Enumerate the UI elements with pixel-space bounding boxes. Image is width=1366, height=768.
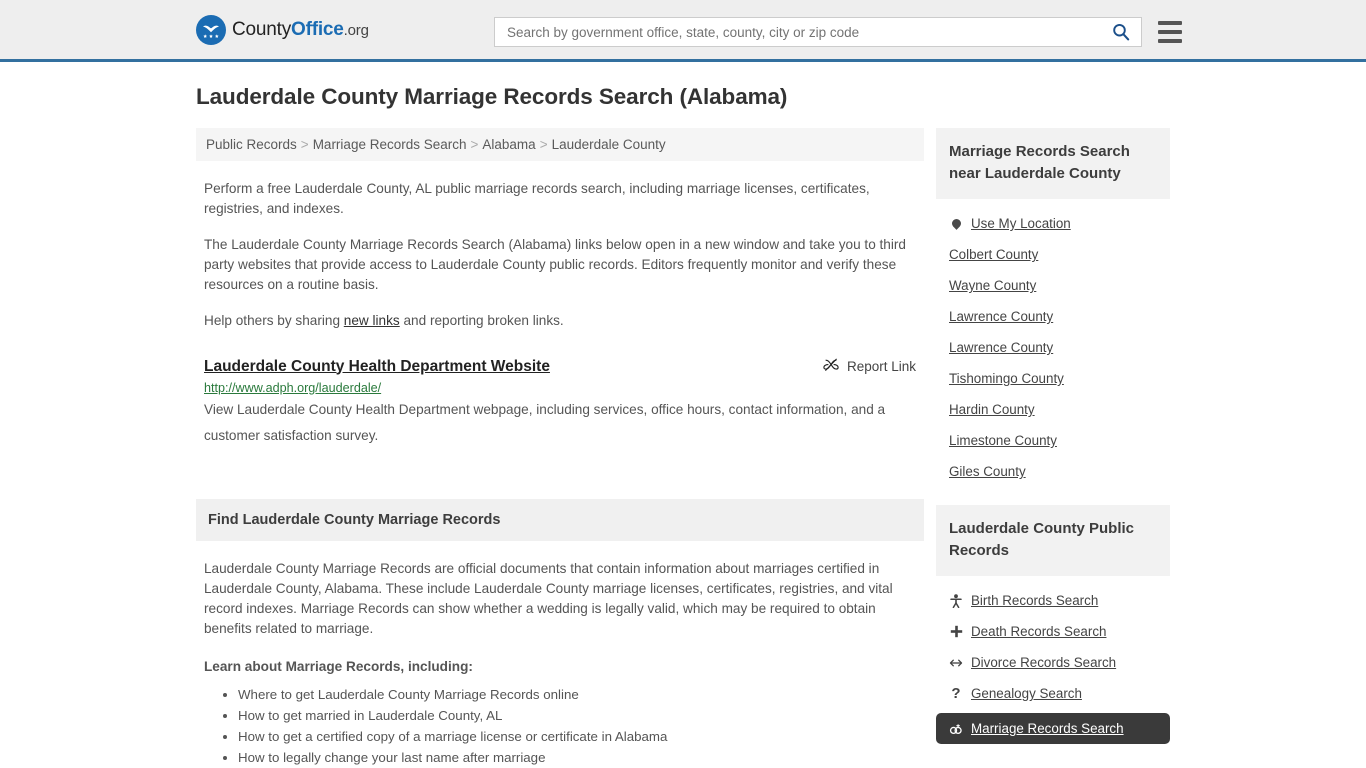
list-item: How to legally change your last name aft… (238, 748, 916, 768)
sidebar-item-lawrence-county-2[interactable]: Lawrence County (936, 332, 1170, 363)
list-item: How to get a certified copy of a marriag… (238, 727, 916, 747)
find-section-paragraph: Lauderdale County Marriage Records are o… (204, 561, 893, 636)
public-records-panel: Lauderdale County Public Records Birth R… (936, 505, 1170, 744)
sidebar-item-death-records-search[interactable]: Death Records Search (936, 616, 1170, 647)
sidebar-item-genealogy-search[interactable]: ? Genealogy Search (936, 678, 1170, 709)
report-link-label: Report Link (846, 359, 916, 374)
sidebar-item-label: Limestone County (949, 433, 1057, 448)
find-section-heading: Find Lauderdale County Marriage Records (196, 499, 924, 541)
sidebar-item-label: Colbert County (949, 247, 1039, 262)
nearby-searches-list: Use My Location Colbert County Wayne Cou… (936, 199, 1170, 487)
main-content-column: Public Records > Marriage Records Search > A… (196, 128, 924, 768)
sidebar-item-use-my-location[interactable]: Use My Location (936, 208, 1170, 239)
sidebar-item-lawrence-county[interactable]: Lawrence County (936, 301, 1170, 332)
intro-paragraph-1: Perform a free Lauderdale County, AL pub… (204, 181, 870, 216)
result-title-link[interactable]: Lauderdale County Health Department Webs… (204, 358, 550, 376)
public-records-heading: Lauderdale County Public Records (936, 505, 1170, 576)
sidebar-item-label: Marriage Records Search (971, 721, 1124, 736)
learn-list: Where to get Lauderdale County Marriage … (204, 685, 916, 768)
sidebar-item-label: Lawrence County (949, 340, 1054, 355)
help-prefix-text: Help others by sharing (204, 313, 344, 328)
nearby-searches-panel: Marriage Records Search near Lauderdale … (936, 128, 1170, 487)
report-link-button[interactable]: Report Link (823, 357, 916, 376)
site-logo[interactable]: CountyOffice.org (196, 14, 369, 45)
sidebar-item-label: Wayne County (949, 278, 1037, 293)
breadcrumb-separator: > (470, 137, 479, 152)
sidebar-item-label: Genealogy Search (971, 686, 1082, 701)
sidebar-item-label: Giles County (949, 464, 1026, 479)
rings-icon (949, 723, 963, 735)
sidebar-item-label: Lawrence County (949, 309, 1054, 324)
map-pin-icon (949, 217, 963, 230)
hamburger-bar (1158, 30, 1182, 34)
hamburger-bar (1158, 21, 1182, 25)
intro-paragraph-2: The Lauderdale County Marriage Records S… (204, 237, 906, 292)
learn-about-label: Learn about Marriage Records, including: (204, 659, 473, 674)
sidebar-item-limestone-county[interactable]: Limestone County (936, 425, 1170, 456)
breadcrumb-item-lauderdale-county[interactable]: Lauderdale County (552, 137, 666, 152)
search-box[interactable] (494, 17, 1142, 47)
sidebar-item-label: Hardin County (949, 402, 1035, 417)
result-item: Lauderdale County Health Department Webs… (196, 357, 924, 449)
sidebar-item-label: Birth Records Search (971, 593, 1099, 608)
search-input[interactable] (505, 23, 1109, 41)
breadcrumb-item-marriage-records-search[interactable]: Marriage Records Search (313, 137, 467, 152)
list-item: How to get married in Lauderdale County,… (238, 706, 916, 726)
hamburger-bar (1158, 39, 1182, 43)
logo-wordmark: CountyOffice.org (232, 19, 369, 41)
result-description: View Lauderdale County Health Department… (204, 402, 886, 443)
result-url[interactable]: http://www.adph.org/lauderdale/ (204, 381, 916, 395)
question-mark-icon: ? (951, 685, 961, 702)
search-icon[interactable] (1109, 22, 1133, 42)
header-search-area (494, 17, 1182, 47)
public-records-list: Birth Records Search Death Records Searc… (936, 576, 1170, 744)
intro-section: Perform a free Lauderdale County, AL pub… (196, 179, 924, 331)
sidebar-item-marriage-records-search[interactable]: Marriage Records Search (936, 713, 1170, 744)
hamburger-menu-icon[interactable] (1158, 21, 1182, 43)
sidebar-item-colbert-county[interactable]: Colbert County (936, 239, 1170, 270)
content-columns: Public Records > Marriage Records Search > A… (0, 128, 1366, 768)
breadcrumb-separator: > (539, 137, 548, 152)
breadcrumb-separator: > (300, 137, 309, 152)
logo-text-org: .org (343, 21, 369, 39)
intro-help-paragraph: Help others by sharing new links and rep… (204, 311, 916, 331)
list-item: Where to get Lauderdale County Marriage … (238, 685, 916, 705)
sidebar-item-label: Tishomingo County (949, 371, 1064, 386)
baby-icon (949, 593, 963, 608)
find-section-body: Lauderdale County Marriage Records are o… (196, 559, 924, 768)
sidebar-item-divorce-records-search[interactable]: Divorce Records Search (936, 647, 1170, 678)
sidebar-item-giles-county[interactable]: Giles County (936, 456, 1170, 487)
nearby-searches-heading: Marriage Records Search near Lauderdale … (936, 128, 1170, 199)
sidebar-item-label: Use My Location (971, 216, 1071, 231)
page-title: Lauderdale County Marriage Records Searc… (196, 84, 788, 109)
cross-icon (949, 625, 963, 638)
site-header: CountyOffice.org (0, 0, 1366, 62)
sidebar-item-label: Divorce Records Search (971, 655, 1117, 670)
sidebar-item-label: Death Records Search (971, 624, 1107, 639)
help-suffix-text: and reporting broken links. (399, 313, 564, 328)
sidebar-item-tishomingo-county[interactable]: Tishomingo County (936, 363, 1170, 394)
sidebar-item-wayne-county[interactable]: Wayne County (936, 270, 1170, 301)
breadcrumb: Public Records > Marriage Records Search > A… (196, 128, 924, 161)
sidebar-item-hardin-county[interactable]: Hardin County (936, 394, 1170, 425)
panel-spacer (936, 487, 1170, 505)
logo-text-office: Office (291, 18, 344, 40)
sidebar-item-birth-records-search[interactable]: Birth Records Search (936, 585, 1170, 616)
eagle-seal-icon (196, 14, 226, 45)
result-header-row: Lauderdale County Health Department Webs… (204, 357, 916, 376)
page-body: Lauderdale County Marriage Records Searc… (0, 62, 1366, 768)
new-links-link[interactable]: new links (344, 313, 400, 328)
sidebar-column: Marriage Records Search near Lauderdale … (936, 128, 1170, 744)
breadcrumb-item-alabama[interactable]: Alabama (482, 137, 535, 152)
logo-text-county: County (232, 18, 292, 40)
breadcrumb-item-public-records[interactable]: Public Records (206, 137, 297, 152)
left-right-arrow-icon (949, 657, 963, 669)
broken-link-icon (823, 357, 839, 376)
